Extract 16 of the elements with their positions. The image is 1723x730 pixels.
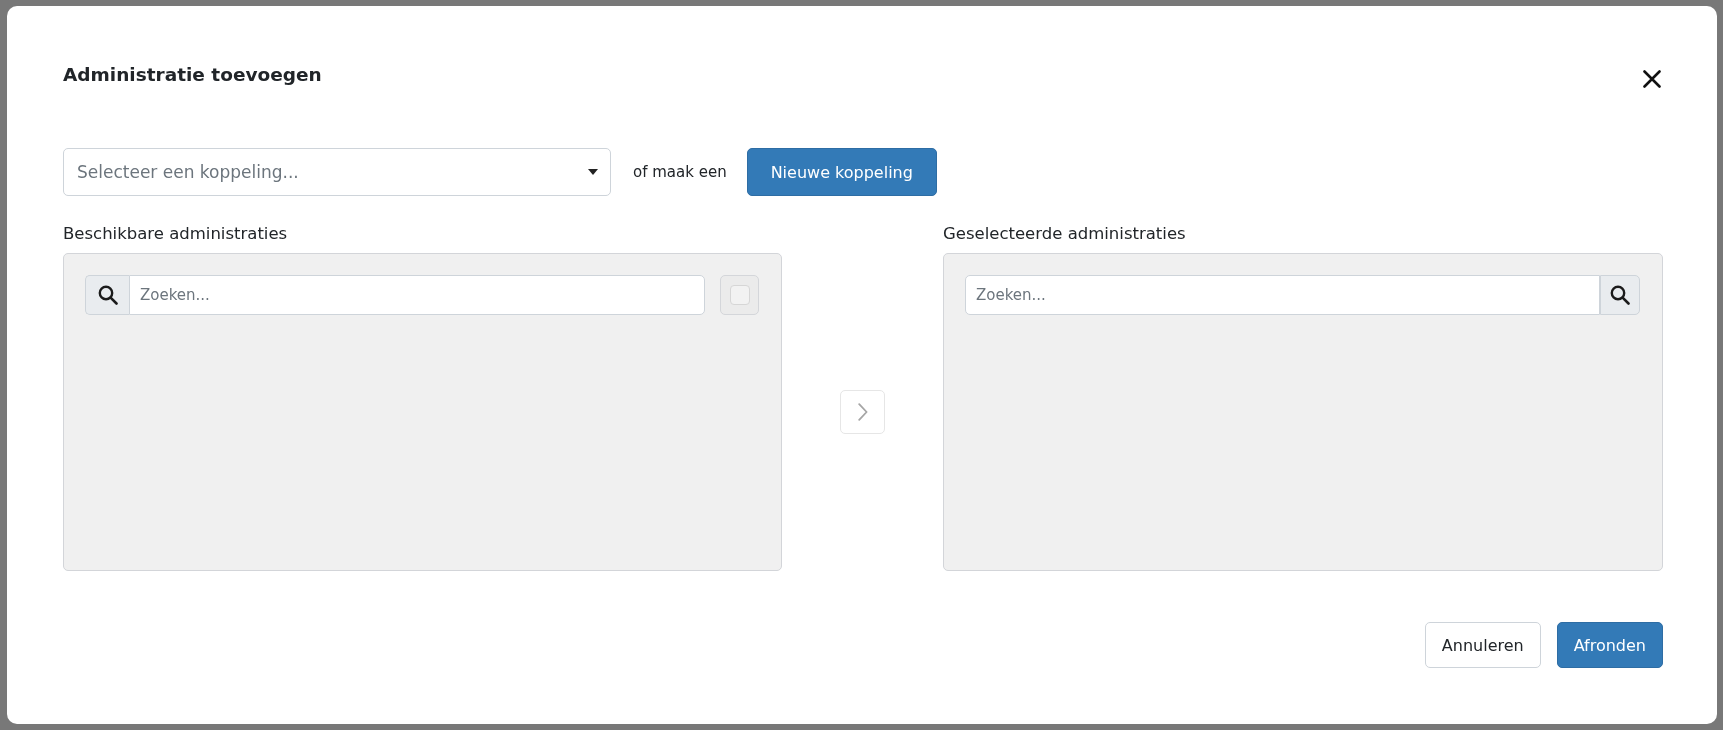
caret-icon — [588, 169, 598, 175]
chevron-right-icon — [857, 403, 868, 421]
dialog-title: Administratie toevoegen — [63, 63, 322, 87]
confirm-button[interactable]: Afronden — [1556, 622, 1663, 668]
close-icon — [1643, 70, 1661, 88]
select-field[interactable]: Selecteer een koppeling... — [63, 148, 611, 196]
cancel-button[interactable]: Annuleren — [1424, 622, 1541, 668]
close-button[interactable] — [1643, 70, 1661, 88]
search-icon[interactable] — [85, 275, 129, 315]
search-field[interactable]: Zoeken... — [129, 275, 705, 315]
search-icon[interactable] — [1600, 275, 1640, 315]
or-create-text: of maak een — [633, 162, 727, 183]
new-link-button[interactable]: Nieuwe koppeling — [746, 148, 937, 196]
panel-label: Beschikbare administraties — [63, 223, 288, 245]
panel-label: Geselecteerde administraties — [943, 223, 1186, 245]
search-field[interactable]: Zoeken... — [965, 275, 1600, 315]
